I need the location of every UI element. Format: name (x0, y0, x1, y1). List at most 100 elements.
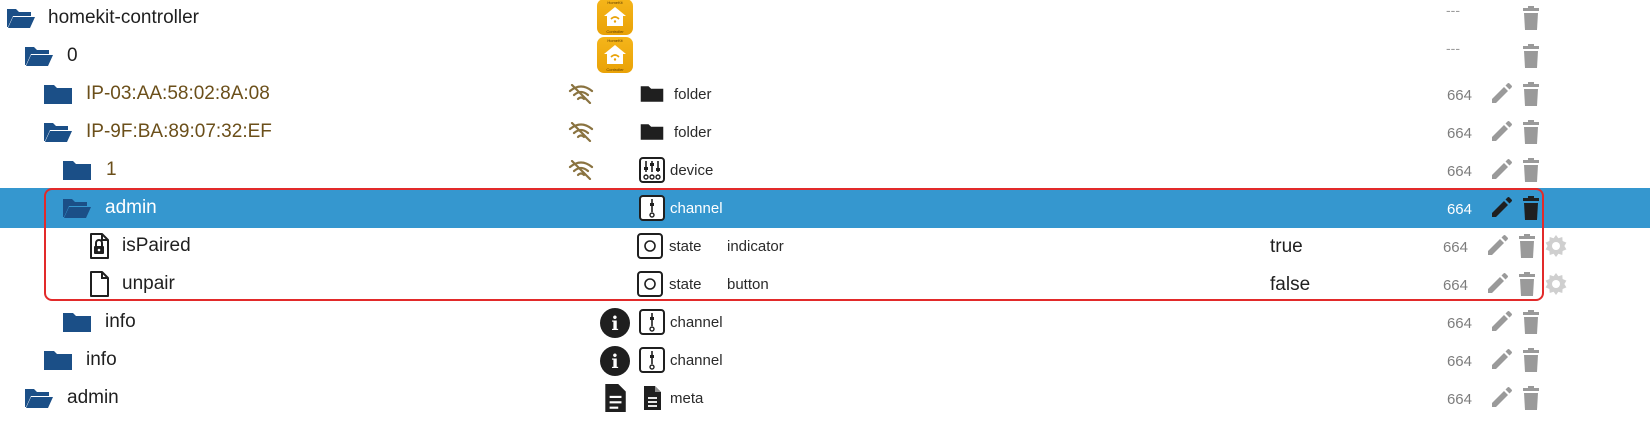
settings-button[interactable] (1543, 233, 1569, 259)
object-type: meta (670, 390, 704, 407)
trash-icon (1518, 43, 1544, 69)
tree-row[interactable]: 0 HomeKit Controller --- (0, 36, 1650, 76)
settings-button[interactable] (1543, 271, 1569, 297)
folder-closed-icon[interactable] (62, 310, 92, 334)
pencil-icon (1488, 157, 1514, 183)
folder-closed-icon[interactable] (43, 82, 73, 106)
info-icon: i (600, 308, 630, 338)
pencil-icon (1488, 81, 1514, 107)
delete-button[interactable] (1518, 43, 1544, 69)
row-name[interactable]: IP-03:AA:58:02:8A:08 (86, 83, 270, 105)
tree-row[interactable]: IP-9F:BA:89:07:32:EF folder 664 (0, 112, 1650, 152)
edit-button[interactable] (1488, 119, 1514, 145)
svg-text:HomeKit: HomeKit (607, 0, 623, 5)
row-name[interactable]: admin (105, 197, 157, 219)
object-tree: homekit-controller HomeKit Controller --… (0, 0, 1650, 444)
edit-button[interactable] (1488, 195, 1514, 221)
acl-value: --- (1446, 40, 1460, 56)
delete-button[interactable] (1514, 233, 1540, 259)
pencil-icon (1488, 195, 1514, 221)
tree-row[interactable]: homekit-controller HomeKit Controller --… (0, 0, 1650, 38)
trash-icon (1518, 5, 1544, 31)
folder-open-icon[interactable] (24, 386, 54, 410)
object-role: button (727, 276, 769, 293)
delete-button[interactable] (1518, 81, 1544, 107)
acl-value: 664 (1442, 239, 1468, 256)
row-name[interactable]: admin (67, 387, 119, 409)
info-icon: i (600, 346, 630, 376)
pencil-icon (1488, 309, 1514, 335)
delete-button[interactable] (1518, 119, 1544, 145)
object-type: state (669, 238, 702, 255)
channel-type-icon (639, 195, 665, 221)
trash-icon (1514, 233, 1540, 259)
folder-open-icon[interactable] (62, 196, 92, 220)
object-role: indicator (727, 238, 784, 255)
object-type: channel (670, 352, 723, 369)
pencil-icon (1488, 385, 1514, 411)
acl-value: 664 (1446, 391, 1472, 408)
trash-icon (1514, 271, 1540, 297)
folder-open-icon[interactable] (6, 6, 36, 30)
trash-icon (1518, 309, 1544, 335)
svg-text:HomeKit: HomeKit (607, 38, 623, 43)
edit-button[interactable] (1488, 385, 1514, 411)
channel-type-icon (639, 347, 665, 373)
wifi-off-icon (568, 122, 594, 142)
wifi-off-icon (568, 84, 594, 104)
svg-text:Controller: Controller (606, 29, 624, 34)
tree-row[interactable]: 1 device 664 (0, 150, 1650, 190)
folder-open-icon[interactable] (24, 44, 54, 68)
lock-file-icon (88, 233, 110, 259)
acl-value: 664 (1446, 315, 1472, 332)
folder-open-icon[interactable] (43, 120, 73, 144)
tree-row[interactable]: IP-03:AA:58:02:8A:08 folder 664 (0, 74, 1650, 114)
state-value[interactable]: false (1270, 274, 1310, 296)
row-name[interactable]: unpair (122, 273, 175, 295)
tree-row[interactable]: admin meta 664 (0, 378, 1650, 418)
acl-value: 664 (1446, 163, 1472, 180)
delete-button[interactable] (1518, 157, 1544, 183)
edit-button[interactable] (1488, 347, 1514, 373)
folder-type-icon (639, 119, 665, 145)
row-name[interactable]: 0 (67, 45, 78, 67)
pencil-icon (1488, 119, 1514, 145)
state-type-icon (637, 271, 663, 297)
object-type: channel (670, 314, 723, 331)
tree-row[interactable]: info i channel 664 (0, 340, 1650, 380)
svg-text:Controller: Controller (606, 67, 624, 72)
tree-row[interactable]: info i channel 664 (0, 302, 1650, 342)
edit-button[interactable] (1488, 81, 1514, 107)
trash-icon (1518, 119, 1544, 145)
row-name[interactable]: homekit-controller (48, 7, 199, 29)
edit-button[interactable] (1488, 157, 1514, 183)
acl-value: 664 (1442, 277, 1468, 294)
state-value[interactable]: true (1270, 236, 1303, 258)
row-name[interactable]: 1 (106, 159, 117, 181)
delete-button[interactable] (1518, 309, 1544, 335)
edit-button[interactable] (1488, 309, 1514, 335)
row-name[interactable]: info (86, 349, 117, 371)
delete-button[interactable] (1518, 195, 1544, 221)
tree-row[interactable]: isPaired state indicator true 664 (0, 226, 1650, 266)
row-name[interactable]: isPaired (122, 235, 191, 257)
edit-button[interactable] (1484, 233, 1510, 259)
row-name[interactable]: IP-9F:BA:89:07:32:EF (86, 121, 272, 143)
tree-row[interactable]: unpair state button false 664 (0, 264, 1650, 304)
delete-button[interactable] (1518, 347, 1544, 373)
object-type: channel (670, 200, 723, 217)
edit-button[interactable] (1484, 271, 1510, 297)
file-icon (88, 271, 110, 297)
delete-button[interactable] (1514, 271, 1540, 297)
trash-icon (1518, 195, 1544, 221)
folder-closed-icon[interactable] (43, 348, 73, 372)
tree-row-selected[interactable]: admin channel 664 (0, 188, 1650, 228)
row-name[interactable]: info (105, 311, 136, 333)
meta-file-icon (601, 383, 629, 413)
acl-value: 664 (1446, 125, 1472, 142)
folder-closed-icon[interactable] (62, 158, 92, 182)
delete-button[interactable] (1518, 385, 1544, 411)
delete-button[interactable] (1518, 5, 1544, 31)
pencil-icon (1484, 233, 1510, 259)
trash-icon (1518, 347, 1544, 373)
